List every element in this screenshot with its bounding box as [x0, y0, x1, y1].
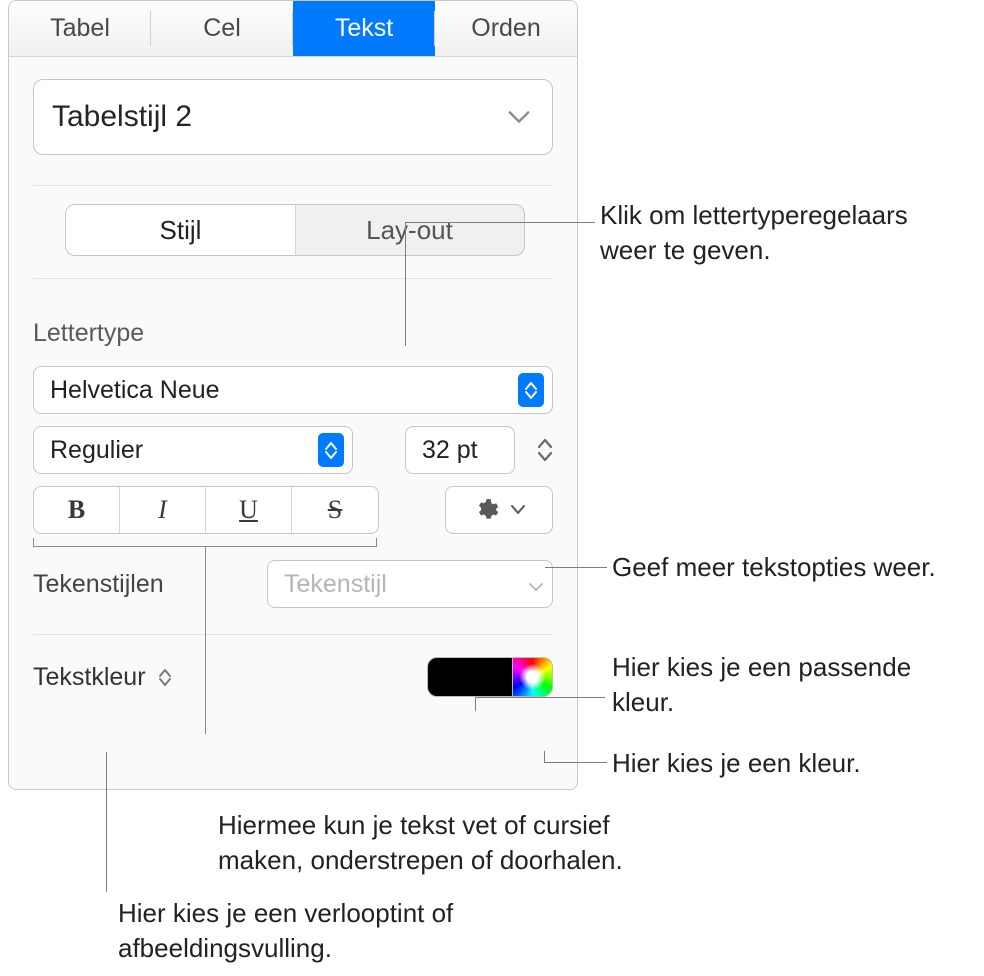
character-style-select[interactable]: Tekenstijl: [267, 560, 553, 608]
text-color-label: Tekstkleur: [33, 663, 146, 692]
tab-tabel[interactable]: Tabel: [9, 1, 151, 56]
chevron-down-icon: [508, 110, 530, 124]
character-style-placeholder: Tekenstijl: [284, 570, 387, 599]
callout-more-text: Geef meer tekstopties weer.: [612, 550, 936, 585]
updown-icon: [156, 669, 174, 686]
gear-icon: [473, 497, 499, 523]
leader-line: [544, 751, 545, 763]
strikethrough-button[interactable]: S: [292, 487, 378, 533]
italic-button[interactable]: I: [120, 487, 206, 533]
divider: [33, 634, 553, 635]
tab-cel[interactable]: Cel: [151, 1, 293, 56]
updown-icon: [518, 373, 544, 407]
leader-line: [545, 567, 607, 568]
updown-icon: [318, 433, 344, 467]
font-size-field[interactable]: 32 pt: [405, 426, 515, 474]
font-size-value: 32 pt: [422, 436, 478, 465]
bracket-annotation: [33, 538, 377, 554]
panel-body: Tabelstijl 2 Stijl Lay-out Lettertype He…: [9, 57, 577, 697]
font-weight-value: Regulier: [50, 436, 143, 465]
underline-button[interactable]: U: [206, 487, 292, 533]
chevron-up-icon: [537, 437, 553, 449]
paragraph-style-value: Tabelstijl 2: [52, 100, 192, 134]
chevron-down-icon: [537, 451, 553, 463]
bold-button[interactable]: B: [34, 487, 120, 533]
divider: [33, 185, 553, 186]
paragraph-style-select[interactable]: Tabelstijl 2: [33, 79, 553, 155]
font-family-value: Helvetica Neue: [50, 376, 220, 405]
chevron-down-icon: [528, 570, 544, 599]
leader-line: [475, 697, 605, 698]
divider: [33, 278, 553, 279]
format-panel: Tabel Cel Tekst Orden Tabelstijl 2 Stijl…: [8, 0, 578, 790]
top-tabs: Tabel Cel Tekst Orden: [9, 1, 577, 57]
segment-stijl[interactable]: Stijl: [66, 205, 295, 255]
segment-layout[interactable]: Lay-out: [295, 205, 524, 255]
font-family-select[interactable]: Helvetica Neue: [33, 366, 553, 414]
text-color-type-popup[interactable]: Tekstkleur: [33, 663, 174, 692]
font-weight-select[interactable]: Regulier: [33, 426, 353, 474]
leader-line: [545, 762, 607, 763]
more-text-options-button[interactable]: [445, 486, 553, 534]
tab-orden[interactable]: Orden: [435, 1, 577, 56]
callout-bius: Hiermee kun je tekst vet of cursief make…: [218, 808, 698, 878]
tab-tekst[interactable]: Tekst: [293, 1, 435, 56]
color-wheel-button[interactable]: [513, 657, 553, 697]
section-title-lettertype: Lettertype: [33, 319, 553, 348]
callout-gradient-fill: Hier kies je een verlooptint of afbeeldi…: [118, 896, 538, 966]
callout-font-controls: Klik om lettertyperegelaars weer te geve…: [600, 198, 960, 268]
text-color-controls: [427, 657, 553, 697]
leader-line: [106, 752, 107, 892]
leader-line: [405, 222, 406, 346]
callout-any-color: Hier kies je een kleur.: [612, 746, 861, 781]
leader-line: [475, 697, 476, 711]
leader-line: [405, 222, 595, 223]
section-title-tekenstijlen: Tekenstijlen: [33, 570, 164, 599]
color-swatch[interactable]: [427, 657, 513, 697]
segmented-style-layout: Stijl Lay-out: [65, 204, 525, 256]
callout-matching-color: Hier kies je een passende kleur.: [612, 650, 912, 720]
text-style-group: B I U S: [33, 486, 379, 534]
font-size-stepper[interactable]: [537, 437, 553, 463]
chevron-down-icon: [511, 505, 525, 515]
